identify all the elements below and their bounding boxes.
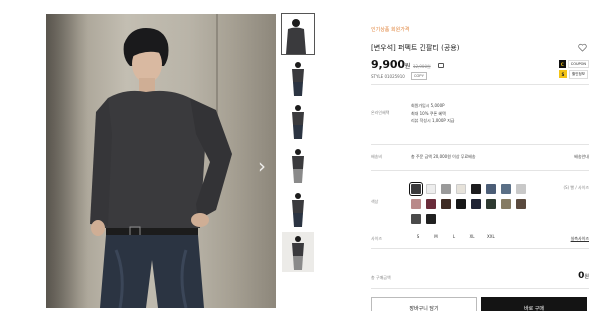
total-value: 0원 — [578, 271, 589, 281]
next-image-arrow-icon[interactable]: › — [258, 154, 266, 178]
coupon-icon: C — [559, 60, 566, 68]
size-option-xxl[interactable]: XXL — [483, 232, 499, 241]
color-swatch-black[interactable] — [471, 184, 481, 194]
thumbnail-6[interactable] — [282, 232, 314, 273]
color-swatch-charcoal[interactable] — [409, 182, 423, 196]
shipping-text: 총 주문 금액 20,000원 이상 무료배송 — [411, 154, 476, 159]
size-option-l[interactable]: L — [447, 232, 461, 241]
benefits-label: 온라인혜택 — [371, 110, 390, 115]
color-swatch-deep-black[interactable] — [456, 199, 466, 209]
benefit-line: 리뷰 작성시 1,000P 지급 — [411, 118, 455, 123]
copy-style-button[interactable]: COPY — [411, 72, 427, 80]
divider — [371, 170, 589, 171]
thumbnail-5[interactable] — [282, 189, 314, 229]
total-label: 총 구매금액 — [371, 275, 391, 280]
color-swatch-dark-grey[interactable] — [411, 214, 421, 224]
benefit-line: 최대 10% 쿠폰 혜택 — [411, 110, 446, 116]
divider — [371, 248, 589, 249]
color-swatch-forest[interactable] — [486, 199, 496, 209]
color-swatch-khaki[interactable] — [501, 199, 511, 209]
product-title: [변우석] 퍼펙트 긴팔티 (공용) — [371, 44, 460, 52]
price-unit: 원 — [404, 63, 411, 70]
total-unit: 원 — [584, 274, 589, 280]
color-swatch-steel-blue[interactable] — [501, 184, 511, 194]
size-guide-link[interactable]: 실측사이즈 — [571, 236, 589, 242]
shipping-label: 배송비 — [371, 154, 383, 159]
color-swatch-dusty-pink[interactable] — [411, 199, 421, 209]
sale-price: 9,900원 — [371, 58, 410, 71]
color-swatch-black-2[interactable] — [426, 214, 436, 224]
thumbnail-4[interactable] — [282, 145, 314, 185]
model-figure — [90, 28, 232, 308]
price-info-icon[interactable] — [438, 63, 444, 68]
divider — [371, 288, 589, 289]
benefits-list: 회원가입시 5,000P 최대 10% 쿠폰 혜택 리뷰 작성시 1,000P … — [411, 102, 454, 125]
size-option-m[interactable]: M — [429, 232, 443, 241]
sale-price-value: 9,900 — [371, 58, 405, 71]
thumbnail-strip — [281, 13, 315, 276]
color-swatches — [409, 182, 531, 224]
color-swatch-mocha[interactable] — [516, 199, 526, 209]
promo-label: 인기상품 회원가격 — [371, 27, 410, 33]
coupon-badges: C COUPON S 할인정보 — [559, 60, 589, 80]
color-swatch-light-grey[interactable] — [516, 184, 526, 194]
main-product-image[interactable]: › — [46, 14, 276, 308]
discount-badge[interactable]: S 할인정보 — [559, 69, 589, 79]
heart-icon[interactable] — [578, 43, 587, 52]
style-code: STYLE 01025910 — [371, 74, 405, 79]
size-option-s[interactable]: S — [411, 232, 425, 241]
color-swatch-wine[interactable] — [426, 199, 436, 209]
coupon-badge[interactable]: C COUPON — [559, 60, 589, 68]
color-swatch-white[interactable] — [426, 184, 436, 194]
buy-now-button[interactable]: 바로 구매 — [481, 297, 587, 311]
divider — [371, 84, 589, 85]
color-size-hint: (S) 빨 / 사이즈 — [563, 185, 589, 190]
thumbnail-1[interactable] — [281, 13, 315, 55]
discount-label: 할인정보 — [569, 69, 588, 79]
color-label: 색상 — [371, 199, 379, 204]
color-swatch-navy[interactable] — [471, 199, 481, 209]
size-label: 사이즈 — [371, 236, 383, 241]
divider — [371, 144, 589, 145]
color-swatch-grey[interactable] — [441, 184, 451, 194]
thumbnail-2[interactable] — [282, 58, 314, 98]
discount-icon: S — [559, 70, 567, 78]
color-swatch-navy-blue[interactable] — [486, 184, 496, 194]
color-swatch-brown[interactable] — [441, 199, 451, 209]
benefit-line: 회원가입시 5,000P — [411, 103, 445, 108]
original-price: 12,900원 — [413, 64, 431, 69]
shipping-info-link[interactable]: 배송안내 — [574, 154, 589, 160]
color-swatch-ivory[interactable] — [456, 184, 466, 194]
thumbnail-3[interactable] — [282, 101, 314, 141]
size-options: S M L XL XXL — [411, 232, 499, 241]
size-option-xl[interactable]: XL — [465, 232, 479, 241]
add-to-cart-button[interactable]: 장바구니 담기 — [371, 297, 477, 311]
coupon-label: COUPON — [567, 60, 589, 68]
